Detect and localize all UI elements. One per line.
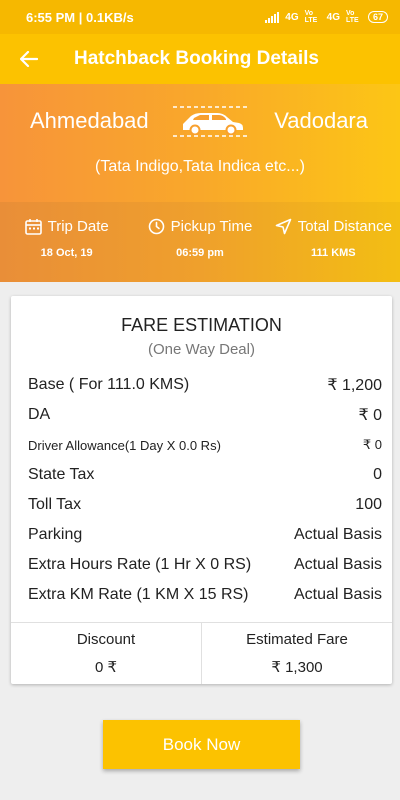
clock-icon	[148, 218, 164, 235]
estimated-fare-label: Estimated Fare	[246, 631, 348, 648]
fare-row-label: Base ( For 111.0 KMS)	[28, 376, 190, 393]
estimated-fare-cell: Estimated Fare ₹ 1,300	[201, 623, 392, 684]
route-banner: Ahmedabad Vadodara (Tata Indigo,Tata Ind…	[0, 84, 400, 202]
fare-row-da: DA ₹ 0	[28, 400, 382, 430]
trip-date: Trip Date 18 Oct, 19	[0, 202, 133, 282]
volte-label: Vo LTE	[304, 10, 318, 24]
fare-row-state-tax: State Tax 0	[28, 460, 382, 490]
fare-row-base: Base ( For 111.0 KMS) ₹ 1,200	[28, 370, 382, 400]
fare-breakdown: Base ( For 111.0 KMS) ₹ 1,200 DA ₹ 0 Drive…	[11, 370, 392, 610]
fare-row-value: Actual Basis	[293, 586, 382, 603]
back-arrow-icon[interactable]	[0, 51, 58, 67]
pickup-time: Pickup Time 06:59 pm	[133, 202, 266, 282]
fare-summary: Discount 0 ₹ Estimated Fare ₹ 1,300	[11, 622, 392, 684]
trip-date-value: 18 Oct, 19	[40, 247, 93, 259]
discount-cell: Discount 0 ₹	[11, 623, 201, 684]
navigation-icon	[275, 218, 292, 235]
trip-info: Trip Date 18 Oct, 19 Pickup Time 06:59 p…	[0, 202, 400, 282]
fare-row-label: DA	[28, 406, 51, 423]
fare-row-driver-allowance: Driver Allowance(1 Day X 0.0 Rs) ₹ 0	[28, 430, 382, 460]
signal-icon	[265, 11, 280, 23]
fare-row-extra-km: Extra KM Rate (1 KM X 15 RS) Actual Basis	[28, 580, 382, 610]
fare-estimation-card: FARE ESTIMATION (One Way Deal) Base ( Fo…	[11, 296, 392, 684]
total-distance: Total Distance 111 KMS	[267, 202, 400, 282]
fare-subtitle: (One Way Deal)	[148, 341, 255, 358]
fare-row-parking: Parking Actual Basis	[28, 520, 382, 550]
pickup-time-label: Pickup Time	[170, 218, 253, 235]
car-icon	[173, 106, 250, 137]
origin-city: Ahmedabad	[30, 108, 149, 133]
fare-row-value: ₹ 0	[358, 407, 382, 424]
status-time: 6:55 PM | 0.1KB/s	[26, 9, 134, 25]
fare-row-value: 0	[373, 466, 382, 483]
fare-row-toll-tax: Toll Tax 100	[28, 490, 382, 520]
fare-row-value: ₹ 0	[362, 437, 382, 452]
trip-date-label: Trip Date	[47, 218, 109, 235]
page-title: Hatchback Booking Details	[74, 48, 319, 69]
network-label: 4G	[285, 11, 299, 23]
estimated-fare-value: ₹ 1,300	[271, 659, 323, 676]
network-label-2: 4G	[326, 11, 340, 23]
status-icons: 4G Vo LTE 4G Vo LTE 67	[265, 10, 388, 24]
total-distance-label: Total Distance	[297, 218, 392, 235]
discount-value: 0 ₹	[94, 659, 118, 676]
total-distance-value: 111 KMS	[311, 247, 356, 259]
fare-row-value: 100	[355, 496, 382, 513]
battery-icon: 67	[367, 11, 388, 23]
pickup-time-value: 06:59 pm	[176, 247, 224, 259]
discount-label: Discount	[76, 631, 136, 648]
fare-row-label: Extra Hours Rate (1 Hr X 0 RS)	[28, 556, 252, 573]
fare-row-value: Actual Basis	[293, 526, 382, 543]
fare-row-label: Extra KM Rate (1 KM X 15 RS)	[28, 586, 249, 603]
fare-row-label: State Tax	[28, 466, 95, 483]
destination-city: Vadodara	[274, 108, 368, 133]
fare-row-label: Toll Tax	[28, 496, 82, 513]
book-now-button[interactable]: Book Now	[103, 720, 300, 769]
fare-row-label: Driver Allowance(1 Day X 0.0 Rs)	[28, 437, 221, 453]
volte-label-2: Vo LTE	[345, 10, 359, 24]
fare-row-extra-hours: Extra Hours Rate (1 Hr X 0 RS) Actual Bas…	[28, 550, 382, 580]
fare-row-value: ₹ 1,200	[327, 377, 382, 394]
fare-row-value: Actual Basis	[293, 556, 382, 573]
vehicle-examples: (Tata Indigo,Tata Indica etc...)	[95, 158, 305, 175]
fare-title: FARE ESTIMATION	[121, 315, 282, 335]
app-bar: Hatchback Booking Details	[0, 34, 400, 84]
fare-row-label: Parking	[28, 526, 83, 543]
calendar-icon	[24, 219, 42, 235]
status-bar: 6:55 PM | 0.1KB/s 4G Vo LTE 4G Vo LTE 67	[0, 0, 400, 34]
